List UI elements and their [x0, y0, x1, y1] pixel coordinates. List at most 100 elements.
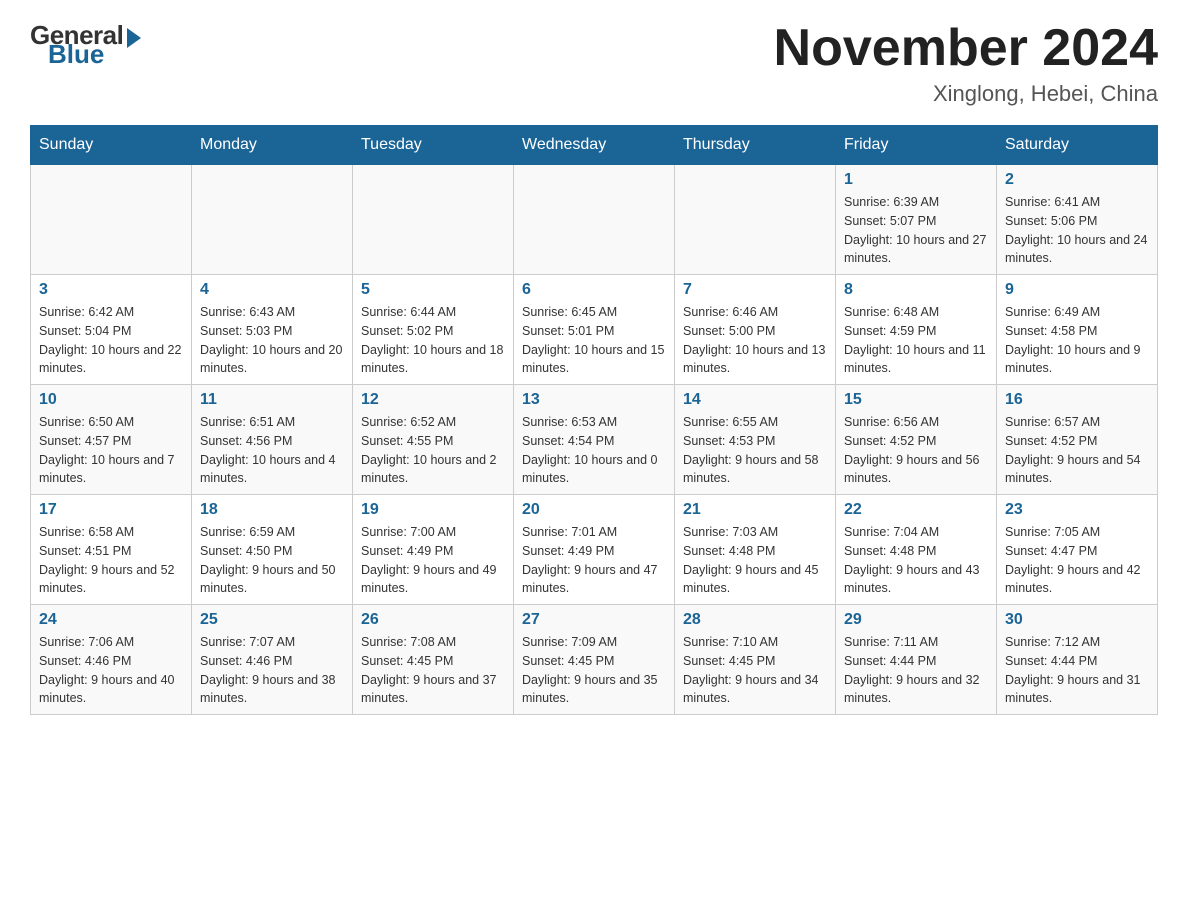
day-number: 15 — [844, 391, 988, 409]
day-number: 14 — [683, 391, 827, 409]
calendar-cell: 25 Sunrise: 7:07 AMSunset: 4:46 PMDayligh… — [192, 605, 353, 715]
day-number: 2 — [1005, 171, 1149, 189]
day-info: Sunrise: 6:50 AMSunset: 4:57 PMDaylight:… — [39, 413, 183, 488]
day-info: Sunrise: 6:58 AMSunset: 4:51 PMDaylight:… — [39, 523, 183, 598]
day-info: Sunrise: 6:43 AMSunset: 5:03 PMDaylight:… — [200, 303, 344, 378]
day-number: 12 — [361, 391, 505, 409]
calendar-cell: 5Sunrise: 6:44 AMSunset: 5:02 PMDaylight… — [353, 275, 514, 385]
calendar-cell — [675, 165, 836, 275]
day-number: 11 — [200, 391, 344, 409]
calendar-cell: 19 Sunrise: 7:00 AMSunset: 4:49 PMDayligh… — [353, 495, 514, 605]
day-info: Sunrise: 7:00 AMSunset: 4:49 PMDaylight:… — [361, 523, 505, 598]
calendar-cell: 14 Sunrise: 6:55 AMSunset: 4:53 PMDayligh… — [675, 385, 836, 495]
weekday-header-monday: Monday — [192, 126, 353, 165]
calendar-cell — [514, 165, 675, 275]
day-number: 1 — [844, 171, 988, 189]
day-number: 30 — [1005, 611, 1149, 629]
day-number: 5 — [361, 281, 505, 299]
calendar-cell: 11 Sunrise: 6:51 AMSunset: 4:56 PMDayligh… — [192, 385, 353, 495]
day-info: Sunrise: 6:51 AMSunset: 4:56 PMDaylight:… — [200, 413, 344, 488]
day-number: 6 — [522, 281, 666, 299]
weekday-header-saturday: Saturday — [997, 126, 1158, 165]
day-info: Sunrise: 7:04 AMSunset: 4:48 PMDaylight:… — [844, 523, 988, 598]
day-number: 26 — [361, 611, 505, 629]
calendar-cell: 20Sunrise: 7:01 AMSunset: 4:49 PMDayligh… — [514, 495, 675, 605]
weekday-header-friday: Friday — [836, 126, 997, 165]
calendar-cell: 28 Sunrise: 7:10 AMSunset: 4:45 PMDayligh… — [675, 605, 836, 715]
day-number: 9 — [1005, 281, 1149, 299]
weekday-header-sunday: Sunday — [31, 126, 192, 165]
day-info: Sunrise: 6:39 AMSunset: 5:07 PMDaylight:… — [844, 193, 988, 268]
weekday-header-thursday: Thursday — [675, 126, 836, 165]
day-info: Sunrise: 7:03 AMSunset: 4:48 PMDaylight:… — [683, 523, 827, 598]
day-info: Sunrise: 6:52 AMSunset: 4:55 PMDaylight:… — [361, 413, 505, 488]
title-block: November 2024 Xinglong, Hebei, China — [774, 20, 1158, 107]
day-number: 22 — [844, 501, 988, 519]
day-info: Sunrise: 6:45 AMSunset: 5:01 PMDaylight:… — [522, 303, 666, 378]
calendar-week-row: 3 Sunrise: 6:42 AMSunset: 5:04 PMDaylight… — [31, 275, 1158, 385]
day-number: 3 — [39, 281, 183, 299]
calendar-week-row: 1 Sunrise: 6:39 AMSunset: 5:07 PMDaylight… — [31, 165, 1158, 275]
day-number: 29 — [844, 611, 988, 629]
weekday-header-wednesday: Wednesday — [514, 126, 675, 165]
calendar-cell: 26 Sunrise: 7:08 AMSunset: 4:45 PMDayligh… — [353, 605, 514, 715]
day-info: Sunrise: 6:55 AMSunset: 4:53 PMDaylight:… — [683, 413, 827, 488]
calendar-cell: 6 Sunrise: 6:45 AMSunset: 5:01 PMDaylight… — [514, 275, 675, 385]
calendar-cell — [353, 165, 514, 275]
weekday-header-tuesday: Tuesday — [353, 126, 514, 165]
day-number: 17 — [39, 501, 183, 519]
day-info: Sunrise: 7:05 AMSunset: 4:47 PMDaylight:… — [1005, 523, 1149, 598]
day-number: 25 — [200, 611, 344, 629]
calendar-week-row: 10 Sunrise: 6:50 AMSunset: 4:57 PMDayligh… — [31, 385, 1158, 495]
calendar-cell: 17 Sunrise: 6:58 AMSunset: 4:51 PMDayligh… — [31, 495, 192, 605]
calendar-cell: 21 Sunrise: 7:03 AMSunset: 4:48 PMDayligh… — [675, 495, 836, 605]
day-info: Sunrise: 7:01 AMSunset: 4:49 PMDaylight:… — [522, 523, 666, 598]
day-info: Sunrise: 6:41 AMSunset: 5:06 PMDaylight:… — [1005, 193, 1149, 268]
calendar-cell: 16 Sunrise: 6:57 AMSunset: 4:52 PMDayligh… — [997, 385, 1158, 495]
day-info: Sunrise: 7:12 AMSunset: 4:44 PMDaylight:… — [1005, 633, 1149, 708]
calendar-table: SundayMondayTuesdayWednesdayThursdayFrid… — [30, 125, 1158, 715]
day-number: 10 — [39, 391, 183, 409]
day-info: Sunrise: 6:59 AMSunset: 4:50 PMDaylight:… — [200, 523, 344, 598]
calendar-subtitle: Xinglong, Hebei, China — [774, 81, 1158, 107]
day-number: 28 — [683, 611, 827, 629]
day-info: Sunrise: 7:10 AMSunset: 4:45 PMDaylight:… — [683, 633, 827, 708]
day-info: Sunrise: 7:06 AMSunset: 4:46 PMDaylight:… — [39, 633, 183, 708]
day-info: Sunrise: 6:53 AMSunset: 4:54 PMDaylight:… — [522, 413, 666, 488]
day-info: Sunrise: 7:07 AMSunset: 4:46 PMDaylight:… — [200, 633, 344, 708]
day-number: 8 — [844, 281, 988, 299]
calendar-cell: 27 Sunrise: 7:09 AMSunset: 4:45 PMDayligh… — [514, 605, 675, 715]
calendar-cell: 30 Sunrise: 7:12 AMSunset: 4:44 PMDayligh… — [997, 605, 1158, 715]
calendar-cell: 23 Sunrise: 7:05 AMSunset: 4:47 PMDayligh… — [997, 495, 1158, 605]
calendar-week-row: 24 Sunrise: 7:06 AMSunset: 4:46 PMDayligh… — [31, 605, 1158, 715]
logo-blue-text: Blue — [48, 39, 104, 70]
day-info: Sunrise: 6:49 AMSunset: 4:58 PMDaylight:… — [1005, 303, 1149, 378]
calendar-cell: 9 Sunrise: 6:49 AMSunset: 4:58 PMDaylight… — [997, 275, 1158, 385]
weekday-header-row: SundayMondayTuesdayWednesdayThursdayFrid… — [31, 126, 1158, 165]
day-info: Sunrise: 6:42 AMSunset: 5:04 PMDaylight:… — [39, 303, 183, 378]
day-info: Sunrise: 7:09 AMSunset: 4:45 PMDaylight:… — [522, 633, 666, 708]
calendar-cell: 24 Sunrise: 7:06 AMSunset: 4:46 PMDayligh… — [31, 605, 192, 715]
calendar-cell: 18Sunrise: 6:59 AMSunset: 4:50 PMDayligh… — [192, 495, 353, 605]
day-number: 23 — [1005, 501, 1149, 519]
page-header: General Blue November 2024 Xinglong, Heb… — [30, 20, 1158, 107]
day-number: 4 — [200, 281, 344, 299]
day-info: Sunrise: 6:46 AMSunset: 5:00 PMDaylight:… — [683, 303, 827, 378]
day-number: 21 — [683, 501, 827, 519]
day-number: 19 — [361, 501, 505, 519]
day-number: 16 — [1005, 391, 1149, 409]
day-number: 27 — [522, 611, 666, 629]
day-info: Sunrise: 6:56 AMSunset: 4:52 PMDaylight:… — [844, 413, 988, 488]
calendar-cell: 22 Sunrise: 7:04 AMSunset: 4:48 PMDayligh… — [836, 495, 997, 605]
calendar-cell: 10 Sunrise: 6:50 AMSunset: 4:57 PMDayligh… — [31, 385, 192, 495]
day-info: Sunrise: 7:08 AMSunset: 4:45 PMDaylight:… — [361, 633, 505, 708]
day-info: Sunrise: 7:11 AMSunset: 4:44 PMDaylight:… — [844, 633, 988, 708]
day-number: 13 — [522, 391, 666, 409]
day-info: Sunrise: 6:57 AMSunset: 4:52 PMDaylight:… — [1005, 413, 1149, 488]
logo: General Blue — [30, 20, 141, 70]
calendar-week-row: 17 Sunrise: 6:58 AMSunset: 4:51 PMDayligh… — [31, 495, 1158, 605]
logo-arrow-icon — [127, 28, 141, 48]
day-number: 24 — [39, 611, 183, 629]
calendar-cell: 8Sunrise: 6:48 AMSunset: 4:59 PMDaylight… — [836, 275, 997, 385]
day-number: 7 — [683, 281, 827, 299]
